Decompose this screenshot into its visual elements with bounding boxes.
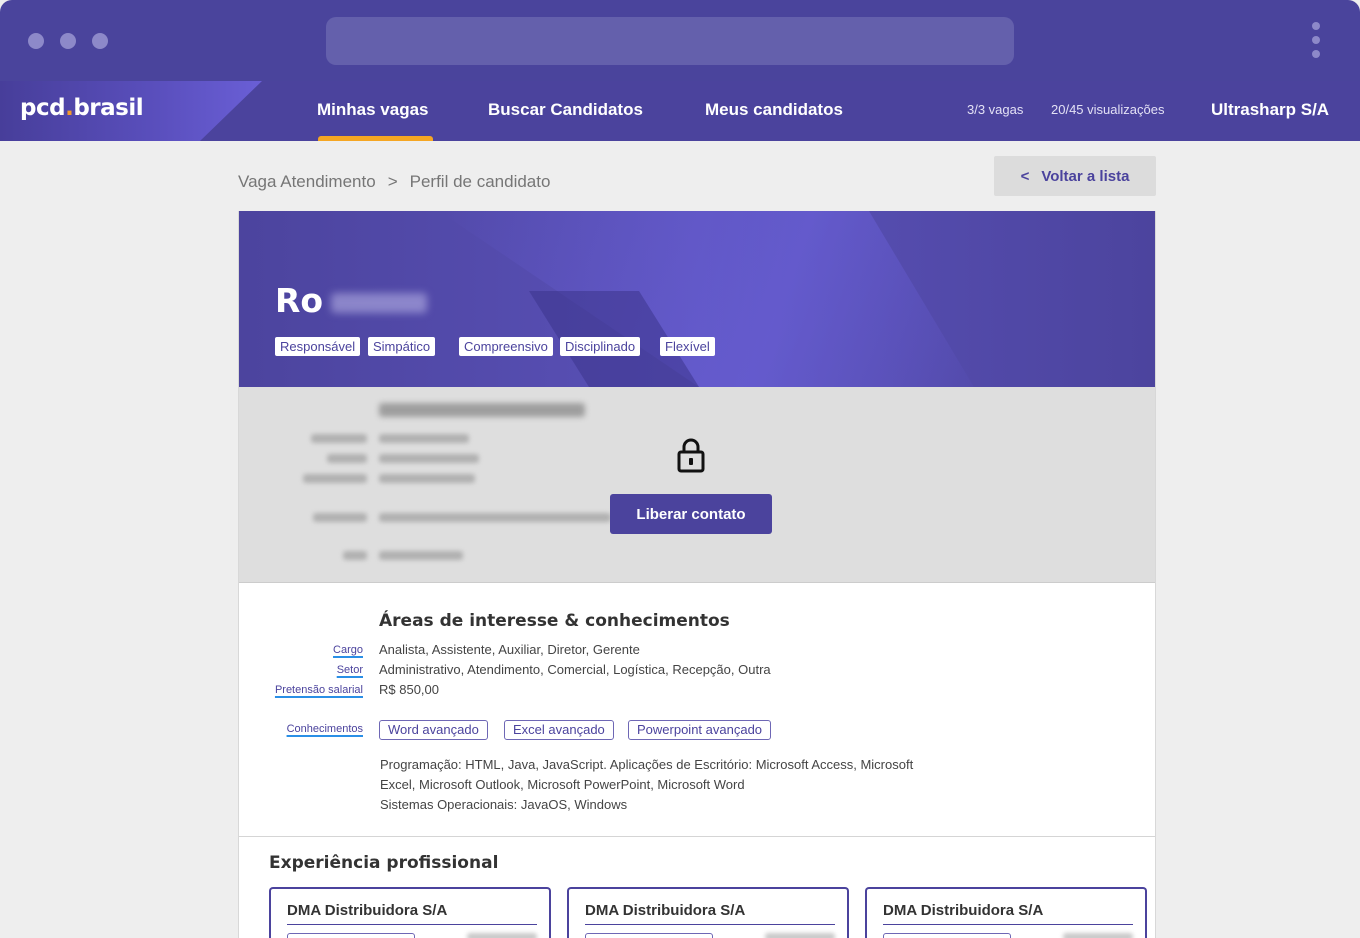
knowledge-description-line: Sistemas Operacionais: JavaOS, Windows	[380, 797, 628, 812]
top-navigation: pcd.brasil Minhas vagas Buscar Candidato…	[0, 81, 1360, 141]
lock-icon	[677, 438, 705, 473]
liberar-contato-button[interactable]: Liberar contato	[610, 494, 772, 534]
trait-badge: Disciplinado	[560, 337, 641, 356]
blurred-value	[379, 434, 469, 443]
browser-menu-icon[interactable]	[1308, 22, 1324, 62]
experience-card[interactable]: DMA Distribuidora S/A	[567, 887, 849, 938]
conhecimentos-label: Conhecimentos	[286, 723, 363, 735]
back-to-list-button[interactable]: < Voltar a lista	[994, 156, 1156, 196]
logo-text-left: pcd	[20, 95, 66, 121]
breadcrumb-separator: >	[387, 172, 398, 191]
experience-divider	[287, 924, 537, 925]
blurred-label	[311, 434, 367, 443]
pcd-brasil-logo[interactable]: pcd.brasil	[20, 95, 144, 121]
vagas-counter: 3/3 vagas	[967, 102, 1024, 117]
cargo-value: Analista, Assistente, Auxiliar, Diretor,…	[379, 642, 640, 657]
blurred-label	[313, 513, 367, 522]
candidate-profile-card: Ro Responsável Simpático Compreensivo Di…	[238, 211, 1156, 938]
trait-badge: Compreensivo	[459, 337, 553, 356]
section-divider	[239, 836, 1155, 837]
back-button-label: Voltar a lista	[1041, 167, 1130, 185]
chevron-left-icon: <	[1020, 167, 1030, 185]
trait-badge: Responsável	[275, 337, 361, 356]
profile-header: Ro Responsável Simpático Compreensivo Di…	[239, 211, 1155, 387]
candidate-name-blurred	[331, 292, 428, 313]
blurred-label	[303, 474, 367, 483]
salario-label: Pretensão salarial	[274, 684, 363, 696]
experience-company: DMA Distribuidora S/A	[883, 902, 1044, 919]
setor-label: Setor	[336, 664, 363, 676]
blurred-value	[379, 474, 475, 483]
skill-badge: Word avançado	[379, 720, 488, 740]
candidate-name-visible: Ro	[275, 281, 324, 320]
logo-text-right: brasil	[73, 95, 144, 121]
experience-period	[765, 933, 835, 938]
window-close-dot[interactable]	[28, 33, 44, 49]
company-name[interactable]: Ultrasharp S/A	[1211, 100, 1329, 120]
experience-divider	[883, 924, 1133, 925]
salario-value: R$ 850,00	[379, 682, 439, 697]
locked-contacts-section: Liberar contato	[239, 387, 1155, 583]
experience-card[interactable]: DMA Distribuidora S/A	[865, 887, 1147, 938]
browser-chrome	[0, 0, 1360, 82]
breadcrumb: Vaga Atendimento > Perfil de candidato	[238, 172, 550, 192]
nav-meus-candidatos[interactable]: Meus candidatos	[705, 100, 843, 120]
blurred-value	[379, 551, 463, 560]
setor-value: Administrativo, Atendimento, Comercial, …	[379, 662, 771, 677]
interests-title: Áreas de interesse & conhecimentos	[379, 611, 730, 631]
experience-role-badge	[585, 933, 713, 938]
candidate-name: Ro	[275, 281, 428, 320]
nav-minhas-vagas[interactable]: Minhas vagas	[317, 100, 429, 120]
breadcrumb-parent[interactable]: Vaga Atendimento	[238, 172, 376, 191]
knowledge-description-line: Programação: HTML, Java, JavaScript. Apl…	[380, 757, 914, 772]
experience-role-badge	[883, 933, 1011, 938]
blurred-value	[379, 513, 611, 522]
active-nav-indicator	[318, 136, 433, 141]
trait-badge: Flexível	[660, 337, 715, 356]
experience-card[interactable]: DMA Distribuidora S/A	[269, 887, 551, 938]
experience-title: Experiência profissional	[269, 853, 499, 873]
skill-badge: Excel avançado	[504, 720, 614, 740]
cargo-label: Cargo	[333, 644, 363, 656]
experience-divider	[585, 924, 835, 925]
nav-buscar-candidatos[interactable]: Buscar Candidatos	[488, 100, 643, 120]
window-minimize-dot[interactable]	[60, 33, 76, 49]
skill-badge: Powerpoint avançado	[628, 720, 772, 740]
experience-company: DMA Distribuidora S/A	[287, 902, 448, 919]
experience-period	[1063, 933, 1133, 938]
visualizacoes-counter: 20/45 visualizações	[1051, 102, 1165, 117]
blurred-label	[343, 551, 367, 560]
experience-role-badge	[287, 933, 415, 938]
blurred-value	[379, 454, 479, 463]
address-bar[interactable]	[326, 17, 1014, 65]
breadcrumb-current: Perfil de candidato	[409, 172, 551, 191]
header-decoration	[439, 211, 974, 387]
knowledge-description-line: Excel, Microsoft Outlook, Microsoft Powe…	[380, 777, 745, 792]
window-maximize-dot[interactable]	[92, 33, 108, 49]
experience-company: DMA Distribuidora S/A	[585, 902, 746, 919]
blurred-contacts-title	[379, 403, 585, 417]
blurred-label	[327, 454, 367, 463]
experience-period	[467, 933, 537, 938]
trait-badge: Simpático	[368, 337, 436, 356]
